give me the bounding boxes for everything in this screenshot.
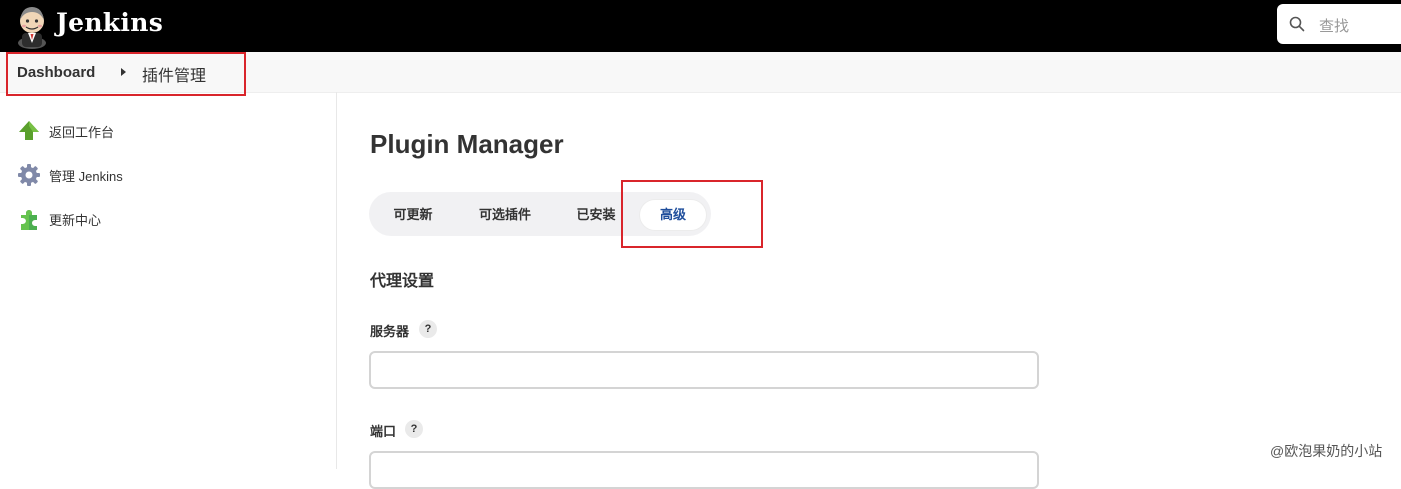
server-field-label: 服务器 <box>370 324 410 339</box>
gear-icon <box>17 163 41 187</box>
sidebar-item-label: 返回工作台 <box>49 125 115 140</box>
search-box[interactable]: 查找 <box>1277 4 1401 44</box>
sidebar-item-label: 更新中心 <box>49 213 102 228</box>
breadcrumb-highlight-box <box>6 52 246 96</box>
jenkins-logo-icon[interactable] <box>14 3 50 49</box>
brand-title[interactable]: Jenkins <box>56 8 163 37</box>
search-input[interactable]: 查找 <box>1319 15 1349 36</box>
server-input[interactable] <box>369 351 1039 389</box>
port-field-label: 端口 <box>370 424 397 439</box>
up-arrow-icon <box>17 119 41 143</box>
proxy-settings-heading: 代理设置 <box>370 273 435 290</box>
main-content: Plugin Manager 可更新 可选插件 已安装 高级 代理设置 服务器 … <box>337 92 1401 489</box>
sidebar: 返回工作台 管理 Jenkins 更新中心 <box>0 92 337 469</box>
port-input[interactable] <box>369 451 1039 489</box>
server-help-icon[interactable]: ? <box>419 320 437 338</box>
puzzle-piece-icon <box>17 207 41 231</box>
watermark-text: @欧泡果奶的小站 <box>1270 443 1383 459</box>
top-header: Jenkins 查找 <box>0 0 1401 52</box>
port-help-icon[interactable]: ? <box>405 420 423 438</box>
sidebar-item-label: 管理 Jenkins <box>49 169 123 184</box>
page-title: Plugin Manager <box>370 129 564 159</box>
tab-available[interactable]: 可选插件 <box>463 200 547 230</box>
search-icon <box>1289 16 1305 32</box>
tab-highlight-box <box>621 180 763 248</box>
tab-updates[interactable]: 可更新 <box>377 200 449 230</box>
